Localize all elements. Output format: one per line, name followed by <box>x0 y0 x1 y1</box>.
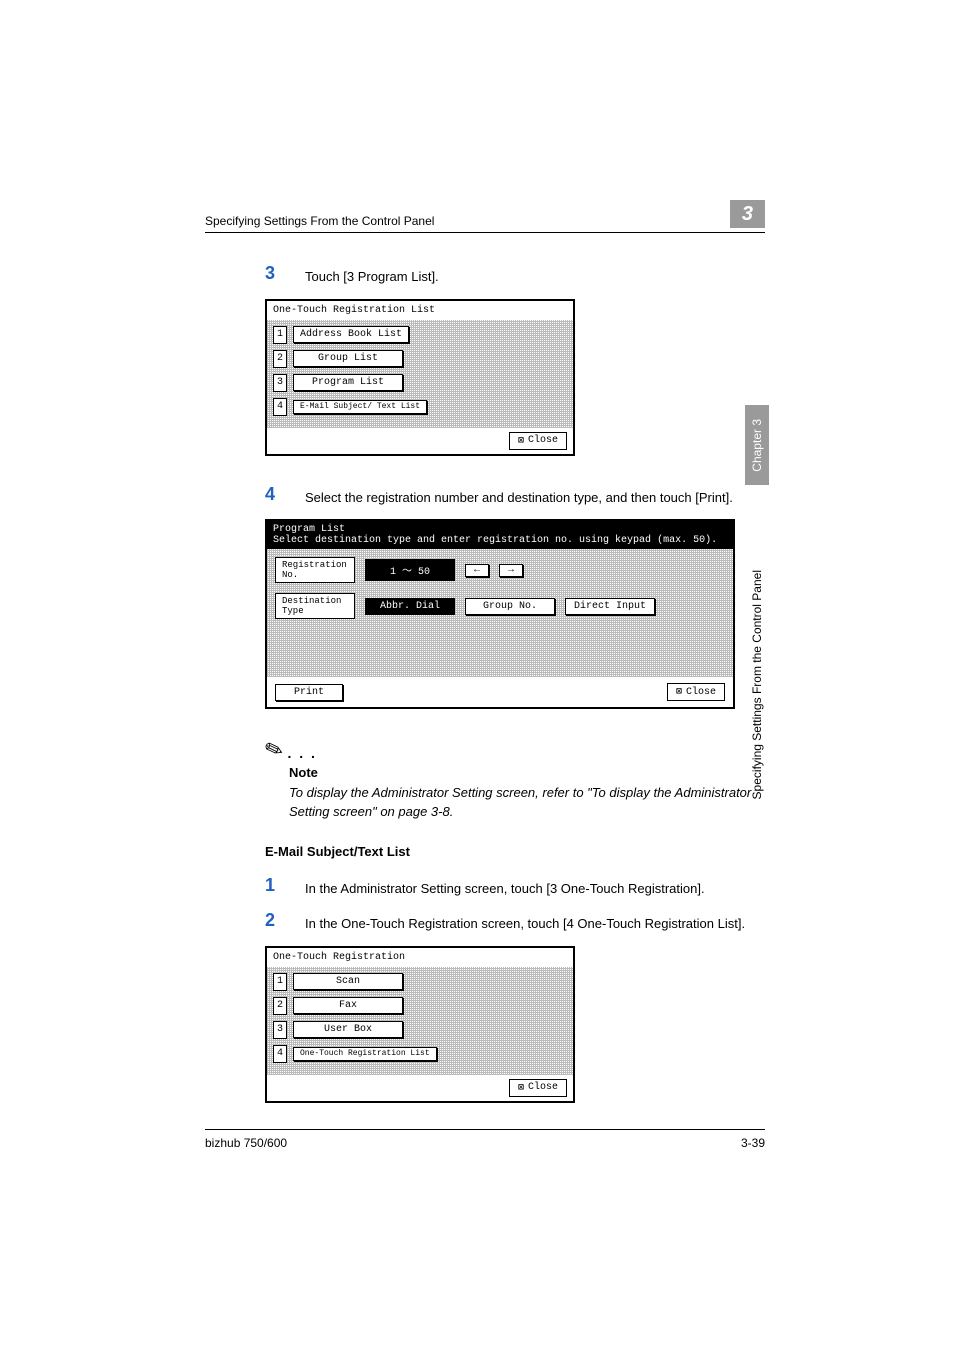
step-3: 3 Touch [3 Program List]. <box>265 263 765 287</box>
list-index: 1 <box>273 326 287 344</box>
screenshot-body: 1 Scan 2 Fax 3 User Box 4 One-Touch Regi… <box>267 967 573 1075</box>
list-index: 2 <box>273 997 287 1015</box>
screenshot-subtitle: Select destination type and enter regist… <box>273 535 727 546</box>
one-touch-reg-list-button[interactable]: One-Touch Registration List <box>293 1047 437 1061</box>
step-text: Touch [3 Program List]. <box>305 263 439 287</box>
close-icon: ⊠ <box>676 686 682 698</box>
screenshot-title: One-Touch Registration List <box>267 301 573 320</box>
destination-type-label: Destination Type <box>275 593 355 619</box>
user-box-button[interactable]: User Box <box>293 1021 403 1038</box>
group-list-button[interactable]: Group List <box>293 350 403 367</box>
registration-range-display: 1 ～ 50 <box>365 559 455 581</box>
arrow-left-button[interactable]: ← <box>465 564 489 577</box>
list-index: 3 <box>273 374 287 392</box>
close-button[interactable]: ⊠Close <box>509 1079 567 1097</box>
footer-page-number: 3-39 <box>741 1136 765 1150</box>
note-label: Note <box>289 765 765 780</box>
page-content: Specifying Settings From the Control Pan… <box>205 205 765 1131</box>
note-icon: ✎ <box>261 735 287 766</box>
list-index: 4 <box>273 1045 287 1063</box>
section-heading: E-Mail Subject/Text List <box>265 844 765 859</box>
program-list-button[interactable]: Program List <box>293 374 403 391</box>
screenshot-title: Program List <box>273 524 727 535</box>
step-text: Select the registration number and desti… <box>305 484 733 508</box>
step-1b: 1 In the Administrator Setting screen, t… <box>265 875 765 899</box>
address-book-list-button[interactable]: Address Book List <box>293 326 409 343</box>
print-button[interactable]: Print <box>275 684 343 701</box>
page-footer: bizhub 750/600 3-39 <box>205 1129 765 1150</box>
step-number: 2 <box>265 910 283 931</box>
step-number: 3 <box>265 263 283 284</box>
side-chapter-tab: Chapter 3 <box>745 405 769 485</box>
page-header: Specifying Settings From the Control Pan… <box>205 205 765 233</box>
step-4: 4 Select the registration number and des… <box>265 484 765 508</box>
list-index: 3 <box>273 1021 287 1039</box>
group-no-button[interactable]: Group No. <box>465 598 555 615</box>
close-icon: ⊠ <box>518 435 524 447</box>
list-index: 2 <box>273 350 287 368</box>
step-number: 1 <box>265 875 283 896</box>
screenshot-program-list: Program List Select destination type and… <box>265 519 735 709</box>
abbr-dial-button[interactable]: Abbr. Dial <box>365 598 455 615</box>
footer-product: bizhub 750/600 <box>205 1136 287 1150</box>
list-index: 1 <box>273 973 287 991</box>
screenshot-one-touch-list: One-Touch Registration List 1 Address Bo… <box>265 299 575 456</box>
header-title: Specifying Settings From the Control Pan… <box>205 214 434 228</box>
close-button[interactable]: ⊠Close <box>509 432 567 450</box>
side-section-label: Specifying Settings From the Control Pan… <box>747 510 767 860</box>
chapter-number-box: 3 <box>730 200 765 228</box>
step-number: 4 <box>265 484 283 505</box>
list-index: 4 <box>273 398 287 416</box>
screenshot-body: 1 Address Book List 2 Group List 3 Progr… <box>267 320 573 428</box>
screenshot-one-touch-registration: One-Touch Registration 1 Scan 2 Fax 3 Us… <box>265 946 575 1103</box>
close-icon: ⊠ <box>518 1082 524 1094</box>
scan-button[interactable]: Scan <box>293 973 403 990</box>
direct-input-button[interactable]: Direct Input <box>565 598 655 615</box>
note-block: ✎ . . . Note To display the Administrato… <box>265 737 765 822</box>
screenshot-body: Registration No. 1 ～ 50 ← → Destination … <box>267 549 733 677</box>
note-text: To display the Administrator Setting scr… <box>289 784 765 822</box>
step-text: In the One-Touch Registration screen, to… <box>305 910 745 934</box>
arrow-right-button[interactable]: → <box>499 564 523 577</box>
registration-no-label: Registration No. <box>275 557 355 583</box>
fax-button[interactable]: Fax <box>293 997 403 1014</box>
step-2b: 2 In the One-Touch Registration screen, … <box>265 910 765 934</box>
email-subject-text-list-button[interactable]: E-Mail Subject/ Text List <box>293 400 427 414</box>
close-button[interactable]: ⊠Close <box>667 683 725 701</box>
note-dots: . . . <box>287 745 316 763</box>
step-text: In the Administrator Setting screen, tou… <box>305 875 705 899</box>
screenshot-title: One-Touch Registration <box>267 948 573 967</box>
screenshot-title-bar: Program List Select destination type and… <box>267 521 733 549</box>
